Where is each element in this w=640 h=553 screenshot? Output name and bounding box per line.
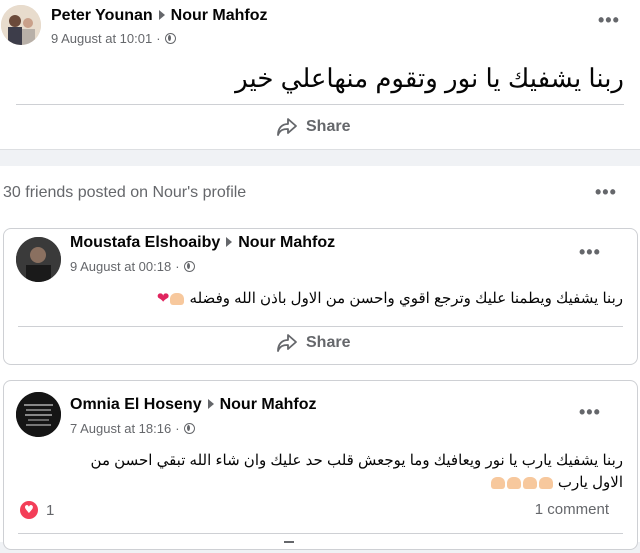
target-name[interactable]: Nour Mahfoz: [220, 396, 317, 413]
post-meta: 9 August at 10:01 ·: [51, 31, 176, 46]
action-bar-partial: [284, 541, 294, 553]
arrow-right-icon: [226, 237, 233, 248]
post-text: ربنا يشفيك ويطمنا عليك وترجع اقوي واحسن …: [156, 289, 623, 307]
author-name[interactable]: Peter Younan: [51, 7, 153, 24]
arrow-right-icon: [207, 399, 214, 410]
more-options-icon[interactable]: •••: [579, 242, 601, 263]
post-text-line1: ربنا يشفيك يارب يا نور ويعافيك وما يوجعش…: [90, 452, 623, 469]
friends-posts-section: 30 friends posted on Nour's profile ••• …: [0, 166, 640, 550]
love-reaction-icon: [20, 501, 38, 519]
post-timestamp[interactable]: 9 August at 00:18: [70, 259, 171, 274]
reaction-count: 1: [46, 501, 55, 519]
hands-emoji-icon: [170, 293, 185, 306]
author-avatar[interactable]: [16, 392, 61, 437]
target-name[interactable]: Nour Mahfoz: [171, 7, 268, 24]
post-timestamp[interactable]: 7 August at 18:16: [70, 421, 171, 436]
post-meta: 9 August at 00:18 ·: [70, 259, 195, 274]
friend-post-card: Omnia El Hoseny Nour Mahfoz 7 August at 1…: [3, 380, 638, 550]
comment-count[interactable]: 1 comment: [535, 501, 609, 518]
share-button[interactable]: Share: [276, 333, 350, 353]
post-card: Peter Younan Nour Mahfoz 9 August at 10:0…: [0, 0, 640, 150]
share-icon: [277, 334, 297, 352]
section-more-icon[interactable]: •••: [595, 182, 617, 203]
globe-icon: [183, 423, 195, 434]
author-avatar[interactable]: [1, 5, 41, 45]
more-options-icon[interactable]: •••: [598, 10, 620, 31]
post-header: Peter Younan Nour Mahfoz: [51, 7, 268, 25]
post-text-line2: الاول يارب: [490, 473, 623, 491]
hands-emoji-icon: [490, 477, 505, 490]
author-avatar[interactable]: [16, 237, 61, 282]
post-header: Moustafa Elshoaiby Nour Mahfoz: [70, 234, 335, 252]
post-text: ربنا يشفيك يا نور وتقوم منهاعلي خير: [235, 63, 624, 93]
hands-emoji-icon: [538, 477, 553, 490]
author-name[interactable]: Omnia El Hoseny: [70, 396, 202, 413]
share-button[interactable]: Share: [276, 117, 350, 137]
friend-post-card: Moustafa Elshoaiby Nour Mahfoz 9 August a…: [3, 228, 638, 365]
post-timestamp[interactable]: 9 August at 10:01: [51, 31, 152, 46]
more-options-icon[interactable]: •••: [579, 402, 601, 423]
post-header: Omnia El Hoseny Nour Mahfoz: [70, 396, 316, 414]
arrow-right-icon: [158, 10, 165, 21]
share-icon: [277, 118, 297, 136]
hands-emoji-icon: [506, 477, 521, 490]
divider: [16, 104, 624, 105]
divider: [18, 326, 623, 327]
section-title: 30 friends posted on Nour's profile: [3, 184, 247, 201]
target-name[interactable]: Nour Mahfoz: [238, 234, 335, 251]
heart-emoji-icon: ❤: [156, 289, 170, 307]
post-meta: 7 August at 18:16 ·: [70, 421, 195, 436]
hands-emoji-icon: [522, 477, 537, 490]
divider: [18, 533, 623, 534]
globe-icon: [164, 33, 176, 44]
author-name[interactable]: Moustafa Elshoaiby: [70, 234, 220, 251]
globe-icon: [183, 261, 195, 272]
reactions-summary[interactable]: 1: [20, 501, 54, 519]
